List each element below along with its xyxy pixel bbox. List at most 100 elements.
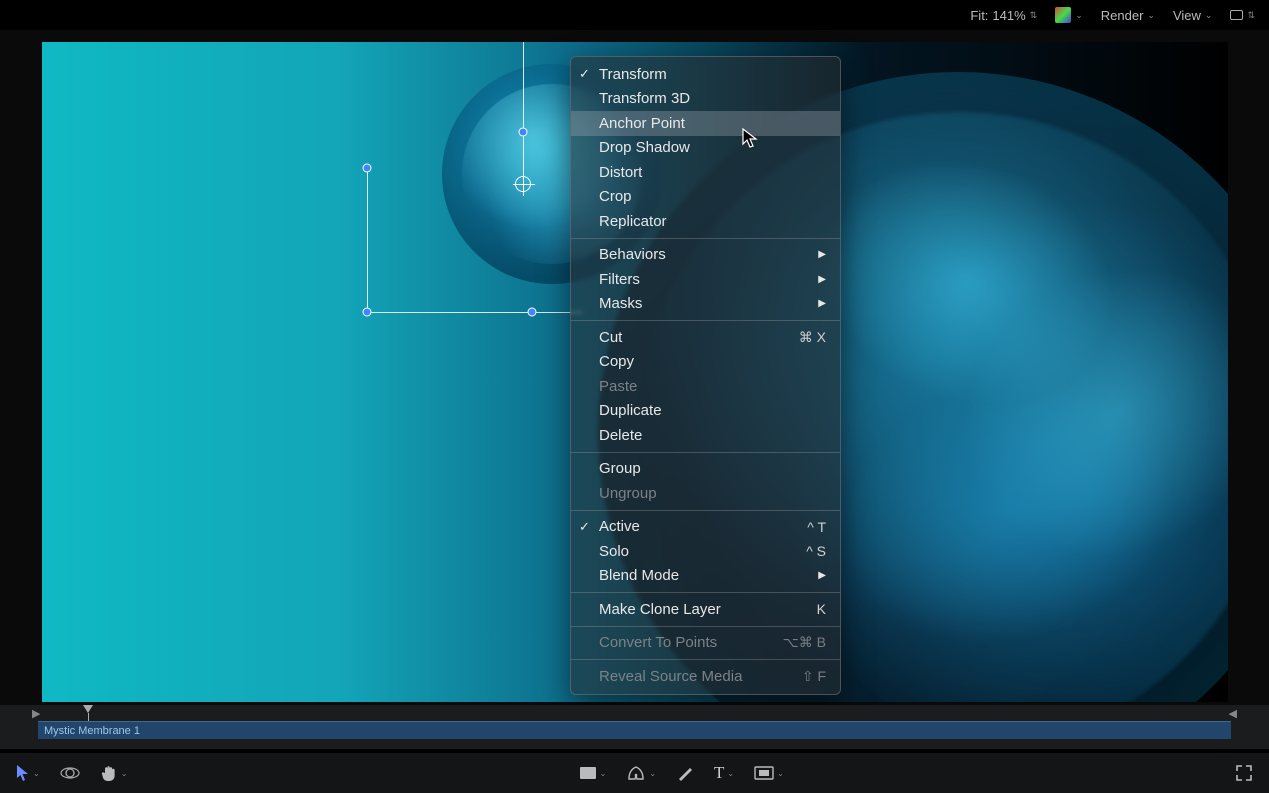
menu-item-blend-mode[interactable]: Blend Mode ▶ — [571, 564, 840, 589]
chevron-down-icon: ⌄ — [649, 769, 656, 778]
menu-item-label: Drop Shadow — [599, 139, 690, 156]
checkmark-icon: ✓ — [579, 519, 590, 535]
mini-timeline[interactable]: ▶ ◀ Mystic Membrane 1 — [0, 705, 1269, 749]
menu-item-label: Filters — [599, 271, 640, 288]
menu-item-label: Solo — [599, 543, 629, 560]
menu-shortcut: ^ T — [807, 519, 826, 535]
render-label: Render — [1101, 8, 1144, 23]
menu-item-label: Crop — [599, 188, 632, 205]
timeline-in-marker-icon[interactable]: ▶ — [32, 707, 40, 720]
orbit-tool[interactable] — [60, 764, 80, 782]
transform-handle[interactable] — [363, 164, 372, 173]
timeline-out-marker-icon[interactable]: ◀ — [1229, 707, 1237, 720]
menu-item-reveal-source-media: Reveal Source Media ⇧ F — [571, 664, 840, 689]
color-swatch-icon — [1055, 7, 1071, 23]
chevron-down-icon: ⌄ — [727, 769, 734, 778]
menu-item-label: Delete — [599, 427, 642, 444]
text-tool[interactable]: T ⌄ — [714, 763, 734, 783]
menu-item-label: Blend Mode — [599, 567, 679, 584]
selection-edge — [367, 168, 368, 313]
menu-item-label: Replicator — [599, 213, 667, 230]
select-tool[interactable]: ⌄ — [16, 764, 40, 782]
menu-item-label: Ungroup — [599, 485, 657, 502]
menu-shortcut: ^ S — [806, 543, 826, 559]
menu-item-masks[interactable]: Masks▶ — [571, 292, 840, 317]
menu-item-label: Cut — [599, 329, 622, 346]
view-label: View — [1173, 8, 1201, 23]
menu-separator — [571, 510, 840, 511]
text-T-icon: T — [714, 763, 724, 783]
transform-handle[interactable] — [528, 308, 537, 317]
menu-shortcut: ⌘ X — [799, 329, 826, 346]
color-channel-control[interactable]: ⌄ — [1055, 7, 1083, 23]
menu-item-group[interactable]: Group — [571, 457, 840, 482]
menu-item-duplicate[interactable]: Duplicate — [571, 399, 840, 424]
menu-shortcut: ⌥⌘ B — [783, 634, 826, 651]
menu-item-active[interactable]: ✓ Active ^ T — [571, 515, 840, 540]
menu-item-label: Active — [599, 518, 640, 535]
menu-item-drop-shadow[interactable]: Drop Shadow — [571, 136, 840, 161]
submenu-arrow-icon: ▶ — [818, 274, 826, 285]
mask-tool[interactable]: ⌄ — [754, 766, 784, 780]
menu-item-label: Anchor Point — [599, 115, 685, 132]
fit-label: Fit: — [970, 8, 988, 23]
menu-separator — [571, 592, 840, 593]
render-menu[interactable]: Render ⌄ — [1101, 8, 1155, 23]
menu-item-transform[interactable]: ✓ Transform — [571, 62, 840, 87]
timeline-track[interactable]: Mystic Membrane 1 — [38, 721, 1231, 739]
menu-item-filters[interactable]: Filters ▶ — [571, 267, 840, 292]
view-menu[interactable]: View ⌄ — [1173, 8, 1213, 23]
menu-item-crop[interactable]: Crop — [571, 185, 840, 210]
menu-item-label: Transform 3D — [599, 90, 690, 107]
fit-zoom-control[interactable]: Fit: 141% ⇅ — [970, 8, 1037, 23]
menu-item-label: Duplicate — [599, 402, 662, 419]
menu-item-distort[interactable]: Distort — [571, 160, 840, 185]
menu-separator — [571, 238, 840, 239]
updown-icon: ⇅ — [1030, 10, 1038, 21]
menu-shortcut: ⇧ F — [802, 668, 826, 685]
menu-item-label: Convert To Points — [599, 634, 717, 651]
menu-item-cut[interactable]: Cut ⌘ X — [571, 325, 840, 350]
menu-item-copy[interactable]: Copy — [571, 350, 840, 375]
menu-separator — [571, 626, 840, 627]
pan-tool[interactable]: ⌄ — [100, 764, 128, 782]
chevron-down-icon: ⌄ — [121, 769, 128, 778]
menu-item-label: Reveal Source Media — [599, 668, 742, 685]
menu-shortcut: K — [817, 601, 826, 617]
menu-item-solo[interactable]: Solo ^ S — [571, 539, 840, 564]
fullscreen-toggle[interactable] — [1235, 764, 1253, 782]
anchor-point-icon[interactable] — [515, 176, 531, 192]
menu-item-delete[interactable]: Delete — [571, 423, 840, 448]
shape-tool[interactable]: ⌄ — [579, 766, 607, 780]
updown-icon: ⇅ — [1247, 10, 1255, 21]
fit-value: 141% — [992, 8, 1025, 23]
rotation-handle[interactable] — [519, 128, 528, 137]
menu-item-label: Make Clone Layer — [599, 601, 721, 618]
menu-item-label: Distort — [599, 164, 642, 181]
track-name: Mystic Membrane 1 — [44, 725, 140, 737]
checkmark-icon: ✓ — [579, 66, 590, 82]
menu-item-convert-to-points: Convert To Points ⌥⌘ B — [571, 631, 840, 656]
menu-item-transform-3d[interactable]: Transform 3D — [571, 87, 840, 112]
chevron-down-icon: ⌄ — [600, 769, 607, 778]
menu-item-replicator[interactable]: Replicator — [571, 209, 840, 234]
menu-separator — [571, 452, 840, 453]
viewer-top-bar: Fit: 141% ⇅ ⌄ Render ⌄ View ⌄ ⇅ — [0, 0, 1269, 30]
menu-separator — [571, 320, 840, 321]
pen-tool[interactable]: ⌄ — [626, 764, 656, 782]
menu-item-behaviors[interactable]: Behaviors▶ — [571, 243, 840, 268]
transform-handle[interactable] — [363, 308, 372, 317]
chevron-down-icon: ⌄ — [33, 769, 40, 778]
menu-item-anchor-point[interactable]: Anchor Point — [571, 111, 840, 136]
submenu-arrow-icon: ▶ — [818, 570, 826, 581]
menu-item-label: Behaviors — [599, 246, 666, 263]
chevron-down-icon: ⌄ — [1205, 10, 1213, 21]
menu-item-label: Transform — [599, 66, 667, 83]
chevron-down-icon: ⌄ — [777, 769, 784, 778]
menu-item-ungroup: Ungroup — [571, 481, 840, 506]
brush-tool[interactable] — [676, 764, 694, 782]
layout-control[interactable]: ⇅ — [1230, 10, 1255, 21]
context-menu[interactable]: ✓ Transform Transform 3D Anchor Point Drop S… — [570, 56, 841, 695]
screen-icon — [1230, 10, 1243, 20]
menu-item-make-clone-layer[interactable]: Make Clone Layer K — [571, 597, 840, 622]
